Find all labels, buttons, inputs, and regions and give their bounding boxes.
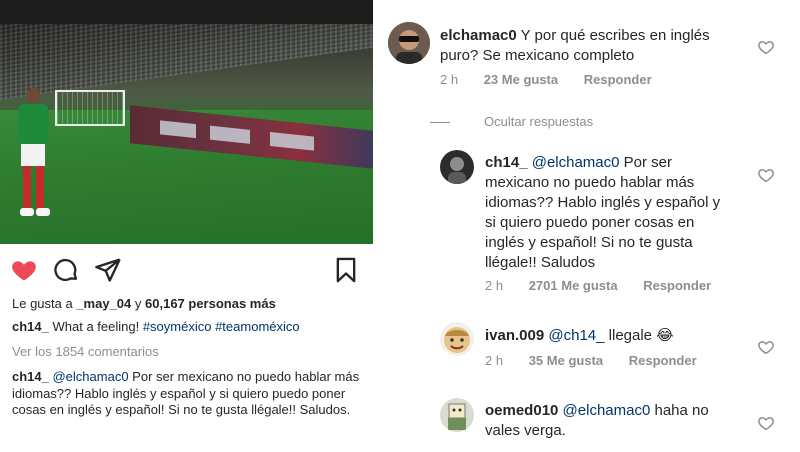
view-all-comments-link[interactable]: Ver los 1854 comentarios — [12, 344, 159, 359]
reply-meta: 2 h 35 Me gusta Responder — [485, 353, 697, 368]
post-photo[interactable] — [0, 0, 373, 244]
likes-summary: Le gusta a _may_04 y 60,167 personas más — [12, 296, 276, 311]
heart-icon[interactable] — [10, 256, 38, 284]
likes-mid: y — [131, 296, 146, 311]
reply-body: ch14_ @elchamac0 Por ser mexicano no pue… — [485, 153, 730, 273]
caption-text: What a feeling! — [48, 319, 143, 334]
heart-outline-icon[interactable] — [757, 338, 775, 356]
avatar[interactable] — [440, 150, 474, 184]
reply-likes[interactable]: 35 Me gusta — [529, 353, 603, 368]
featured-comment: ch14_ @elchamac0 Por ser mexicano no pue… — [12, 369, 362, 419]
avatar[interactable] — [440, 398, 474, 432]
reply-time: 2 h — [485, 353, 504, 368]
reply-button[interactable]: Responder — [643, 278, 711, 293]
post-actions — [10, 256, 360, 284]
reply-likes[interactable]: 2701 Me gusta — [529, 278, 618, 293]
reply-username[interactable]: oemed010 — [485, 402, 558, 419]
goal-net — [55, 90, 125, 126]
post-panel: Le gusta a _may_04 y 60,167 personas más… — [0, 0, 373, 452]
heart-outline-icon[interactable] — [757, 38, 775, 56]
post-caption: ch14_ What a feeling! #soyméxico #teamom… — [12, 319, 300, 334]
comment-username[interactable]: ch14_ — [12, 369, 49, 384]
avatar[interactable] — [440, 322, 474, 356]
heart-outline-icon[interactable] — [757, 414, 775, 432]
caption-hashtags[interactable]: #soyméxico #teamoméxico — [143, 319, 300, 334]
reply-time: 2 h — [485, 278, 504, 293]
hide-replies-button[interactable]: Ocultar respuestas — [484, 114, 593, 129]
comment-icon[interactable] — [52, 256, 80, 284]
heart-outline-icon[interactable] — [757, 166, 775, 184]
reply-body: oemed010 @elchamac0 haha no vales verga. — [485, 401, 730, 441]
reply-username[interactable]: ch14_ — [485, 154, 528, 171]
reply-mention[interactable]: @elchamac0 — [558, 402, 651, 419]
caption-username[interactable]: ch14_ — [12, 319, 49, 334]
reply-mention[interactable]: @elchamac0 — [528, 154, 620, 171]
reply-body: ivan.009 @ch14_ llegale 😂 — [485, 326, 755, 346]
reply-text: llegale 😂 — [604, 327, 674, 344]
comment-meta: 2 h 23 Me gusta Responder — [440, 72, 652, 87]
avatar[interactable] — [388, 22, 430, 64]
hide-replies-line — [430, 122, 450, 123]
reply-mention[interactable]: @ch14_ — [544, 327, 604, 344]
reply-button[interactable]: Responder — [584, 72, 652, 87]
comment-time: 2 h — [440, 72, 459, 87]
send-icon[interactable] — [94, 256, 122, 284]
comment-mention[interactable]: @elchamac0 — [49, 369, 128, 384]
reply-button[interactable]: Responder — [629, 353, 697, 368]
comment-likes[interactable]: 23 Me gusta — [484, 72, 558, 87]
reply-username[interactable]: ivan.009 — [485, 327, 544, 344]
likes-count-link[interactable]: 60,167 personas más — [145, 296, 276, 311]
comment-username[interactable]: elchamac0 — [440, 27, 517, 44]
reply-text: Por ser mexicano no puedo hablar más idi… — [485, 154, 721, 271]
likes-user-link[interactable]: _may_04 — [76, 296, 131, 311]
likes-prefix: Le gusta a — [12, 296, 77, 311]
comment-body: elchamac0 Y por qué escribes en inglés p… — [440, 26, 740, 66]
comments-panel: elchamac0 Y por qué escribes en inglés p… — [378, 0, 800, 452]
stadium-roof — [0, 0, 373, 24]
bookmark-icon[interactable] — [332, 256, 360, 284]
reply-meta: 2 h 2701 Me gusta Responder — [485, 278, 711, 293]
player-figure — [14, 88, 54, 218]
